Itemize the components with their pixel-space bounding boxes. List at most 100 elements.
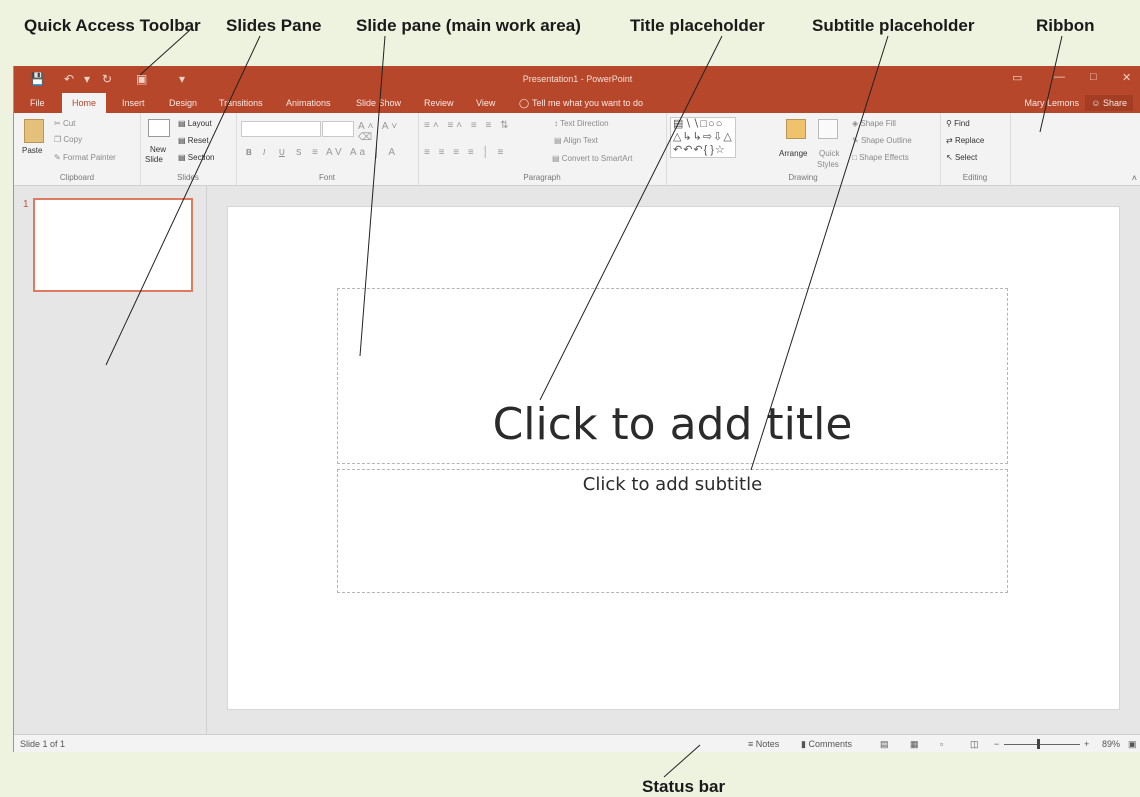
- layout-button[interactable]: ▤ Layout: [178, 119, 212, 128]
- tab-file[interactable]: File: [30, 98, 45, 108]
- tab-insert[interactable]: Insert: [122, 98, 145, 108]
- clipboard-group: Paste ✂ Cut ❐ Copy ✎ Format Painter Clip…: [14, 113, 141, 185]
- shape-outline-label: Shape Outline: [860, 136, 912, 145]
- select-button[interactable]: ↖ Select: [946, 153, 977, 162]
- callout-status-bar: Status bar: [642, 777, 726, 796]
- italic-button[interactable]: I: [263, 148, 265, 157]
- tab-animations[interactable]: Animations: [286, 98, 331, 108]
- tab-view[interactable]: View: [476, 98, 495, 108]
- zoom-slider-thumb[interactable]: [1036, 739, 1040, 749]
- share-button[interactable]: ☺ Share: [1085, 95, 1133, 111]
- font-format-icons[interactable]: ≡ AV Aa │ A: [312, 147, 398, 158]
- tab-transitions[interactable]: Transitions: [219, 98, 263, 108]
- copy-label: Copy: [63, 135, 83, 144]
- collapse-ribbon-icon[interactable]: ˄: [1132, 173, 1137, 183]
- copy-button[interactable]: ❐ Copy: [54, 135, 82, 144]
- zoom-slider[interactable]: [1004, 744, 1080, 745]
- drawing-group: ▤∖∖□○○ △↳↳⇨⇩△ ↶↶↶{ }☆ Arrange Quick Styles…: [666, 113, 941, 185]
- font-size-input[interactable]: [322, 121, 354, 137]
- status-bar: Slide 1 of 1 ≡ Notes ▮ Comments ▤ ▦ ▫ ◫ …: [14, 734, 1140, 752]
- notes-button[interactable]: ≡ Notes: [748, 739, 779, 749]
- replace-label: Replace: [954, 136, 985, 145]
- underline-button[interactable]: U: [279, 148, 285, 157]
- tab-home[interactable]: Home: [62, 93, 107, 113]
- slides-label: Slides: [177, 173, 199, 182]
- text-direction-button[interactable]: ↕ Text Direction: [554, 119, 609, 128]
- callout-quick-access-toolbar: Quick Access Toolbar: [24, 16, 201, 35]
- slide-count: Slide 1 of 1: [20, 739, 66, 749]
- callout-slide-pane: Slide pane (main work area): [356, 16, 581, 35]
- paste-icon[interactable]: [24, 119, 44, 143]
- tab-design[interactable]: Design: [169, 98, 197, 108]
- zoom-in-button[interactable]: +: [1084, 739, 1089, 749]
- slide-show-icon[interactable]: ◫: [970, 739, 979, 750]
- replace-button[interactable]: ⇄ Replace: [946, 136, 984, 145]
- cut-label: Cut: [62, 119, 76, 128]
- tell-me-search[interactable]: Tell me what you want to do: [532, 98, 643, 108]
- align-text-button[interactable]: ▤ Align Text: [554, 136, 598, 145]
- new-slide-label-2[interactable]: Slide: [145, 155, 163, 164]
- search-icon: ⚲: [946, 119, 952, 128]
- font-name-input[interactable]: [241, 121, 321, 137]
- quick-styles-label-1[interactable]: Quick: [819, 149, 839, 158]
- bold-button[interactable]: B: [246, 148, 252, 157]
- text-direction-label: Text Direction: [560, 119, 609, 128]
- tab-review[interactable]: Review: [424, 98, 454, 108]
- find-button[interactable]: ⚲ Find: [946, 119, 970, 128]
- drawing-label: Drawing: [788, 173, 818, 182]
- callout-ribbon: Ribbon: [1036, 16, 1095, 35]
- shape-effects-label: Shape Effects: [859, 153, 909, 162]
- shapes-gallery[interactable]: ▤∖∖□○○ △↳↳⇨⇩△ ↶↶↶{ }☆: [670, 117, 736, 158]
- zoom-level[interactable]: 89%: [1102, 739, 1120, 749]
- callout-slides-pane: Slides Pane: [226, 16, 322, 35]
- slide-thumbnail[interactable]: [33, 198, 193, 292]
- reset-button[interactable]: ▤ Reset: [178, 136, 209, 145]
- slide-sorter-icon[interactable]: ▦: [910, 739, 919, 750]
- share-label: Share: [1102, 98, 1127, 108]
- normal-view-icon[interactable]: ▤: [880, 739, 889, 750]
- comments-label: Comments: [808, 739, 852, 749]
- maximize-icon[interactable]: □: [1090, 71, 1097, 83]
- arrange-icon[interactable]: [786, 119, 806, 139]
- new-slide-label-1[interactable]: New: [150, 145, 166, 154]
- comments-button[interactable]: ▮ Comments: [801, 739, 852, 750]
- convert-smartart-label: Convert to SmartArt: [561, 154, 633, 163]
- powerpoint-window: 💾 ↶ ▾ ↻ ▣ ▾ Presentation1 - PowerPoint ▭…: [13, 66, 1140, 752]
- fit-to-window-icon[interactable]: ▣: [1128, 739, 1137, 750]
- font-group: A˄ A˅ ⌫ B I U S ≡ AV Aa │ A Font: [236, 113, 419, 185]
- close-icon[interactable]: ✕: [1122, 71, 1131, 84]
- slide-canvas[interactable]: Click to add title Click to add subtitle: [227, 206, 1120, 710]
- font-size-controls-icon[interactable]: A˄ A˅ ⌫: [358, 121, 418, 143]
- subtitle-placeholder-text: Click to add subtitle: [582, 474, 763, 495]
- shape-effects-button[interactable]: □ Shape Effects: [852, 153, 909, 162]
- cut-button[interactable]: ✂ Cut: [54, 119, 75, 128]
- section-label: Section: [187, 153, 215, 162]
- zoom-out-button[interactable]: −: [994, 739, 999, 749]
- reading-view-icon[interactable]: ▫: [940, 739, 943, 749]
- ribbon-display-options-icon[interactable]: ▭: [1012, 71, 1022, 84]
- convert-smartart-button[interactable]: ▤ Convert to SmartArt: [552, 154, 632, 163]
- minimize-icon[interactable]: —: [1054, 71, 1065, 83]
- title-placeholder[interactable]: Click to add title: [337, 288, 1008, 464]
- quick-styles-label-2[interactable]: Styles: [817, 160, 839, 169]
- new-slide-icon[interactable]: [148, 119, 170, 137]
- format-painter-button[interactable]: ✎ Format Painter: [54, 153, 116, 162]
- format-painter-label: Format Painter: [62, 153, 116, 162]
- editing-label: Editing: [962, 173, 988, 182]
- bullets-numbering-icon[interactable]: ≡˄ ≡˄ ≡ ≡ ⇅: [424, 120, 512, 131]
- quick-styles-icon[interactable]: [818, 119, 838, 139]
- subtitle-placeholder[interactable]: Click to add subtitle: [337, 469, 1008, 593]
- arrange-button[interactable]: Arrange: [779, 149, 807, 158]
- user-name[interactable]: Mary Lemons: [1024, 98, 1079, 108]
- slides-pane: 1: [14, 186, 207, 734]
- alignment-icons[interactable]: ≡ ≡ ≡ ≡ │ ≡: [424, 147, 506, 158]
- person-icon: ☺: [1091, 98, 1103, 108]
- section-button[interactable]: ▤ Section: [178, 153, 214, 162]
- shape-outline-button[interactable]: ✎ Shape Outline: [852, 136, 912, 145]
- paste-button[interactable]: Paste: [22, 146, 42, 155]
- font-label: Font: [318, 173, 335, 182]
- slide-number: 1: [23, 199, 29, 210]
- tab-slide-show[interactable]: Slide Show: [356, 98, 401, 108]
- shape-fill-button[interactable]: ◈ Shape Fill: [852, 119, 896, 128]
- shadow-button[interactable]: S: [296, 148, 301, 157]
